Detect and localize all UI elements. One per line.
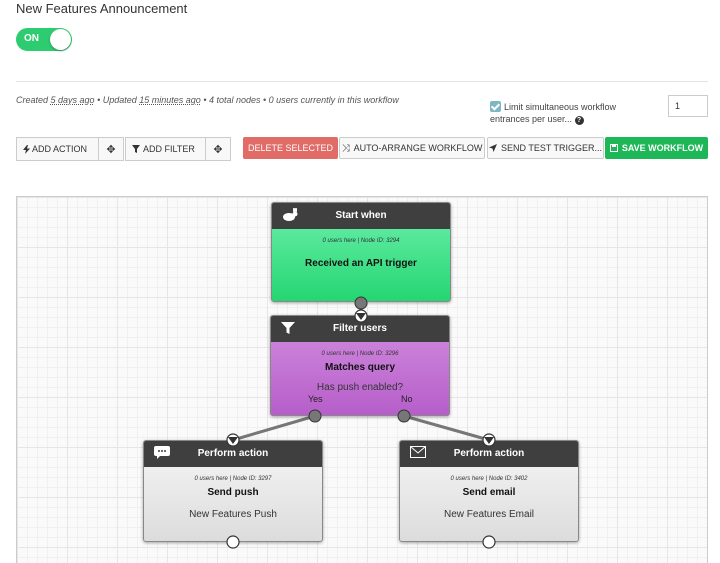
add-action-label: ADD ACTION <box>32 144 88 154</box>
funnel-icon <box>132 145 140 153</box>
help-icon[interactable]: ? <box>574 116 584 125</box>
limit-entrances: Limit simultaneous workflow entrances pe… <box>490 101 640 125</box>
add-filter-label: ADD FILTER <box>143 144 195 154</box>
page-title: New Features Announcement <box>16 1 188 16</box>
limit-label: Limit simultaneous workflow entrances pe… <box>490 102 617 124</box>
add-filter-group: ADD FILTER ✥ <box>125 137 231 161</box>
workflow-canvas[interactable]: Start when 0 users here | Node ID: 3294 … <box>16 196 708 563</box>
lightning-icon <box>23 144 30 154</box>
meta-updated-value: 15 minutes ago <box>139 95 201 105</box>
divider <box>16 81 708 82</box>
workflow-toggle[interactable]: ON <box>16 28 72 51</box>
limit-count-input[interactable] <box>668 95 708 117</box>
save-workflow-label: SAVE WORKFLOW <box>621 143 704 153</box>
output-port <box>482 535 496 549</box>
meta-rest: • 4 total nodes • 0 users currently in t… <box>200 95 399 105</box>
meta-created-value: 5 days ago <box>50 95 95 105</box>
toggle-knob <box>50 29 71 50</box>
connector-ports <box>226 296 496 549</box>
output-port <box>226 535 240 549</box>
send-test-trigger-label: SEND TEST TRIGGER... <box>500 143 603 153</box>
add-action-group: ADD ACTION ✥ <box>16 137 124 161</box>
output-port <box>354 296 368 310</box>
meta-updated-prefix: • Updated <box>94 95 140 105</box>
toggle-label: ON <box>24 33 39 44</box>
move-icon[interactable]: ✥ <box>99 138 123 160</box>
auto-arrange-button[interactable]: ⤨ AUTO-ARRANGE WORKFLOW <box>339 137 485 159</box>
workflow-meta: Created 5 days ago • Updated 15 minutes … <box>16 95 399 105</box>
move-icon[interactable]: ✥ <box>206 138 230 160</box>
delete-selected-button[interactable]: DELETE SELECTED <box>243 137 338 159</box>
paper-plane-icon <box>488 144 497 152</box>
shuffle-icon: ⤨ <box>341 142 350 154</box>
floppy-icon <box>609 144 618 152</box>
output-port-yes <box>308 409 322 423</box>
add-action-button[interactable]: ADD ACTION <box>17 138 99 160</box>
send-test-trigger-button[interactable]: SEND TEST TRIGGER... <box>487 137 604 159</box>
limit-checkbox[interactable] <box>490 101 501 112</box>
output-port-no <box>397 409 411 423</box>
delete-selected-label: DELETE SELECTED <box>247 143 334 153</box>
save-workflow-button[interactable]: SAVE WORKFLOW <box>605 137 708 159</box>
auto-arrange-label: AUTO-ARRANGE WORKFLOW <box>353 143 483 153</box>
add-filter-button[interactable]: ADD FILTER <box>126 138 206 160</box>
meta-created-prefix: Created <box>16 95 51 105</box>
